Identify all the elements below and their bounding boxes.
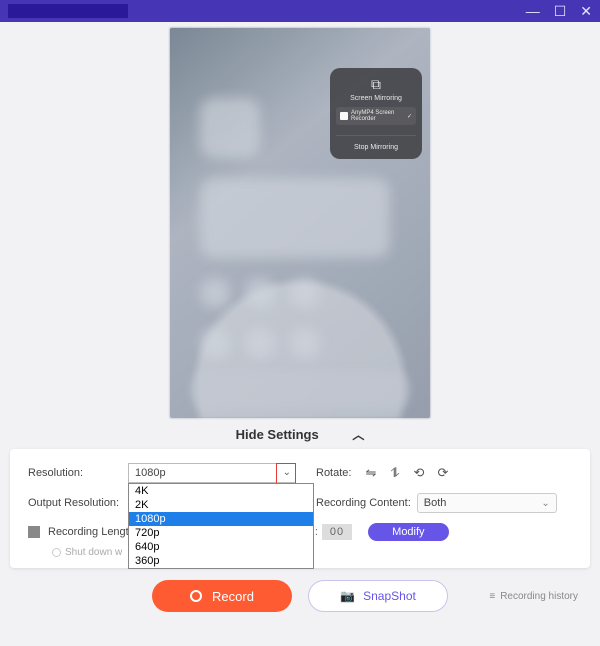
resolution-dropdown[interactable]: 4K 2K 1080p 720p 640p 360p xyxy=(128,483,314,569)
rotate-left-icon[interactable]: ⟲ xyxy=(410,465,428,481)
minimize-button[interactable]: — xyxy=(526,3,540,20)
chevron-down-icon: ⌄ xyxy=(541,498,549,509)
time-field[interactable]: 00 xyxy=(322,524,352,540)
settings-panel: Resolution: 1080p ⌄ Rotate: ⇋ ⥮ ⟲ ⟳ Outp… xyxy=(10,449,590,568)
title-bar: — ☐ ✕ xyxy=(0,0,600,22)
option-2k[interactable]: 2K xyxy=(129,498,313,512)
recording-history-link[interactable]: ≡ Recording history xyxy=(489,591,578,602)
option-4k[interactable]: 4K xyxy=(129,484,313,498)
recording-length-label: Recording Length xyxy=(48,526,135,538)
device-icon xyxy=(340,112,348,120)
flip-vertical-icon[interactable]: ⥮ xyxy=(386,465,404,481)
option-360p[interactable]: 360p xyxy=(129,554,313,568)
app-logo xyxy=(8,4,128,18)
snapshot-button[interactable]: 📷 SnapShot xyxy=(308,580,448,612)
mirroring-title: Screen Mirroring xyxy=(336,95,416,102)
output-resolution-label: Output Resolution: xyxy=(28,497,128,509)
record-label: Record xyxy=(212,589,254,604)
recording-content-value: Both xyxy=(424,497,447,509)
resolution-value: 1080p xyxy=(135,467,166,479)
option-720p[interactable]: 720p xyxy=(129,526,313,540)
history-label: Recording history xyxy=(500,591,578,602)
device-label: AnyMP4 Screen Recorder xyxy=(351,110,404,122)
modify-button[interactable]: Modify xyxy=(368,523,448,541)
chevron-down-icon: ⌄ xyxy=(283,467,291,478)
hide-settings-toggle[interactable]: Hide Settings ︿ xyxy=(0,426,600,443)
recording-content-select[interactable]: Both ⌄ xyxy=(417,493,557,513)
check-icon: ✓ xyxy=(407,113,412,120)
chevron-up-icon: ︿ xyxy=(352,426,364,443)
maximize-button[interactable]: ☐ xyxy=(554,3,567,20)
resolution-label: Resolution: xyxy=(28,467,128,479)
stop-mirroring-button[interactable]: Stop Mirroring xyxy=(336,135,416,151)
hide-settings-label: Hide Settings xyxy=(236,427,319,442)
option-640p[interactable]: 640p xyxy=(129,540,313,554)
record-button[interactable]: Record xyxy=(152,580,292,612)
record-icon xyxy=(190,590,202,602)
bottom-bar: Record 📷 SnapShot ≡ Recording history xyxy=(0,580,600,622)
shutdown-option: Shut down w xyxy=(52,547,122,558)
rotate-label: Rotate: xyxy=(316,467,356,479)
recording-content-label: Recording Content: xyxy=(316,497,411,509)
close-button[interactable]: ✕ xyxy=(580,3,592,20)
radio-icon xyxy=(52,548,61,557)
list-icon: ≡ xyxy=(489,591,495,602)
mirroring-icon: ⧉ xyxy=(336,76,416,93)
device-preview: ⧉ Screen Mirroring AnyMP4 Screen Recorde… xyxy=(170,28,430,418)
camera-icon: 📷 xyxy=(340,589,355,603)
option-1080p[interactable]: 1080p xyxy=(129,512,313,526)
mirroring-device-item[interactable]: AnyMP4 Screen Recorder ✓ xyxy=(336,107,416,125)
snapshot-label: SnapShot xyxy=(363,589,416,603)
recording-length-checkbox[interactable] xyxy=(28,526,40,538)
resolution-select[interactable]: 1080p ⌄ xyxy=(128,463,296,483)
flip-horizontal-icon[interactable]: ⇋ xyxy=(362,465,380,481)
rotate-right-icon[interactable]: ⟳ xyxy=(434,465,452,481)
screen-mirroring-panel: ⧉ Screen Mirroring AnyMP4 Screen Recorde… xyxy=(330,68,422,159)
